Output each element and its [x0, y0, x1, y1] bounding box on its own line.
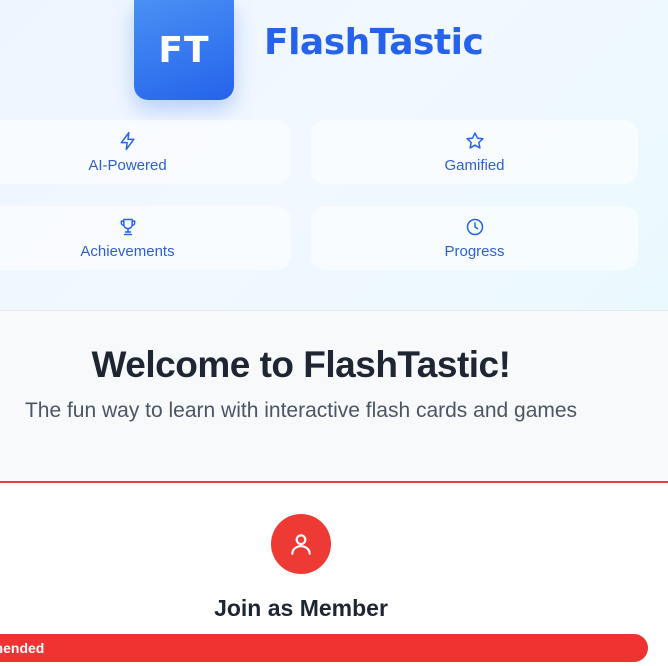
page: FT FlashTastic AI-Powered Gamified Achie…	[0, 0, 668, 666]
feature-label: Gamified	[444, 156, 505, 174]
logo-initials: FT	[158, 29, 210, 71]
welcome-title: Welcome to FlashTastic!	[91, 344, 511, 385]
member-card-title: Join as Member	[214, 595, 388, 621]
brand-title: FlashTastic	[264, 22, 484, 63]
trophy-icon	[120, 218, 135, 235]
user-icon	[291, 534, 311, 555]
recommended-badge-label: Recommended	[0, 640, 45, 656]
welcome-subtitle: The fun way to learn with interactive fl…	[24, 399, 578, 422]
lightning-icon	[120, 131, 135, 150]
app-logo: FT	[134, 0, 234, 100]
feature-achievements: Achievements	[0, 206, 291, 270]
member-signup-card[interactable]: Join as Member Recommended	[0, 481, 668, 666]
recommended-badge: Recommended	[0, 634, 648, 662]
feature-progress: Progress	[311, 206, 638, 270]
feature-label: AI-Powered	[88, 156, 167, 174]
welcome-section: Welcome to FlashTastic! The fun way to l…	[0, 311, 668, 481]
feature-label: Progress	[444, 242, 505, 260]
hero-section: FT FlashTastic AI-Powered Gamified Achie…	[0, 0, 668, 311]
feature-gamified: Gamified	[311, 120, 638, 184]
feature-label: Achievements	[80, 242, 175, 260]
star-icon	[465, 131, 484, 149]
clock-icon	[466, 218, 483, 235]
member-avatar	[271, 514, 331, 574]
feature-ai-powered: AI-Powered	[0, 120, 291, 184]
